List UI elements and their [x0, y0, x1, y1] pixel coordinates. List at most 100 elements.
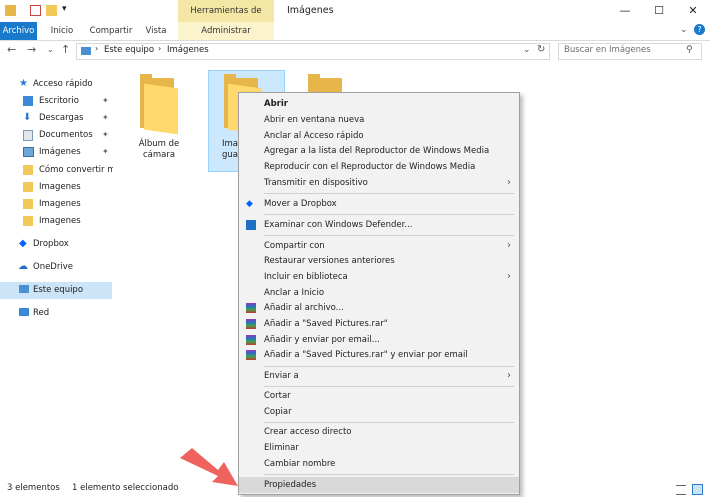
menu-anclar-inicio[interactable]: Anclar a Inicio — [239, 285, 519, 301]
menu-agregar-lista-wmp[interactable]: Agregar a la lista del Reproductor de Wi… — [239, 143, 519, 159]
dropbox-icon: ◆ — [19, 238, 27, 249]
tab-inicio[interactable]: Inicio — [46, 22, 78, 40]
menu-separator — [264, 422, 514, 423]
menu-cortar[interactable]: Cortar — [239, 388, 519, 404]
close-button[interactable]: ✕ — [676, 0, 710, 22]
folder-label: Álbum de cámara — [138, 139, 180, 160]
details-view-icon[interactable] — [676, 485, 686, 495]
menu-separator — [264, 366, 514, 367]
menu-anadir-archivo[interactable]: Añadir al archivo... — [239, 300, 519, 316]
winrar-icon — [246, 350, 256, 360]
desktop-icon — [23, 96, 33, 106]
menu-separator — [264, 474, 514, 475]
annotation-arrow-icon — [180, 448, 238, 486]
breadcrumb-este-equipo[interactable]: Este equipo — [104, 45, 154, 55]
address-bar[interactable]: › Este equipo › Imágenes ⌄ ↻ — [76, 43, 550, 60]
recent-locations-icon[interactable]: ⌄ — [47, 45, 54, 54]
menu-anclar-acceso-rapido[interactable]: Anclar al Acceso rápido — [239, 128, 519, 144]
star-icon: ★ — [19, 78, 28, 89]
dropbox-icon: ◆ — [246, 199, 253, 209]
cloud-icon: ☁ — [18, 261, 28, 272]
context-menu: Abrir Abrir en ventana nueva Anclar al A… — [238, 92, 520, 495]
menu-compartir-con[interactable]: Compartir con › — [239, 238, 519, 254]
pictures-icon — [23, 147, 34, 157]
computer-icon — [81, 47, 91, 55]
window-title: Imágenes — [287, 5, 334, 16]
breadcrumb-separator-icon: › — [95, 44, 99, 53]
navigation-pane: ★ Acceso rápido Escritorio ✦ ⬇ Descargas… — [0, 76, 115, 336]
status-bar: 3 elementos 1 elemento seleccionado — [0, 480, 710, 497]
menu-abrir[interactable]: Abrir — [239, 96, 519, 112]
up-arrow-icon[interactable]: ↑ — [61, 43, 70, 56]
menu-cambiar-nombre[interactable]: Cambiar nombre — [239, 456, 519, 472]
menu-abrir-ventana-nueva[interactable]: Abrir en ventana nueva — [239, 112, 519, 128]
menu-anadir-saved-pictures[interactable]: Añadir a "Saved Pictures.rar" — [239, 316, 519, 332]
menu-separator — [264, 214, 514, 215]
contextual-tab-group-label: Herramientas de imagen — [178, 0, 274, 38]
menu-separator — [264, 193, 514, 194]
menu-restaurar-versiones[interactable]: Restaurar versiones anteriores — [239, 253, 519, 269]
menu-incluir-biblioteca[interactable]: Incluir en biblioteca › — [239, 269, 519, 285]
submenu-arrow-icon: › — [507, 271, 511, 282]
menu-reproducir-wmp[interactable]: Reproducir con el Reproductor de Windows… — [239, 159, 519, 175]
title-bar: ▾ Herramientas de imagen Imágenes — ☐ ✕ — [0, 0, 710, 38]
pin-icon: ✦ — [102, 113, 109, 122]
winrar-icon — [246, 335, 256, 345]
breadcrumb-imagenes[interactable]: Imágenes — [167, 45, 209, 55]
pin-icon: ✦ — [102, 130, 109, 139]
tab-vista[interactable]: Vista — [142, 22, 170, 40]
menu-separator — [264, 386, 514, 387]
download-icon: ⬇ — [23, 112, 32, 123]
tab-compartir[interactable]: Compartir — [87, 22, 135, 40]
large-icons-view-icon[interactable] — [692, 484, 703, 495]
folder-small-icon — [5, 5, 16, 16]
search-input[interactable]: Buscar en Imágenes ⚲ — [558, 43, 702, 60]
pin-icon: ✦ — [102, 96, 109, 105]
menu-crear-acceso-directo[interactable]: Crear acceso directo — [239, 424, 519, 440]
pin-icon: ✦ — [102, 147, 109, 156]
menu-copiar[interactable]: Copiar — [239, 404, 519, 420]
refresh-icon[interactable]: ↻ — [537, 44, 545, 55]
nav-recent-3[interactable]: Imagenes — [0, 196, 113, 212]
menu-mover-dropbox[interactable]: ◆ Mover a Dropbox — [239, 196, 519, 212]
nav-descargas[interactable]: ⬇ Descargas ✦ — [0, 110, 113, 126]
nav-documentos[interactable]: Documentos ✦ — [0, 127, 113, 143]
breadcrumb-separator-icon: › — [158, 44, 162, 53]
properties-quick-icon[interactable] — [30, 5, 41, 16]
menu-transmitir[interactable]: Transmitir en dispositivo › — [239, 175, 519, 191]
submenu-arrow-icon: › — [507, 370, 511, 381]
maximize-button[interactable]: ☐ — [642, 0, 676, 22]
help-icon[interactable]: ? — [694, 24, 705, 35]
nav-imagenes[interactable]: Imágenes ✦ — [0, 144, 113, 160]
nav-recent-4[interactable]: Imagenes — [0, 213, 113, 229]
menu-separator — [264, 235, 514, 236]
nav-escritorio[interactable]: Escritorio ✦ — [0, 93, 113, 109]
back-arrow-icon[interactable]: ← — [7, 43, 16, 56]
search-icon: ⚲ — [686, 45, 693, 55]
minimize-button[interactable]: — — [608, 0, 642, 22]
nav-recent-2[interactable]: Imagenes — [0, 179, 113, 195]
menu-eliminar[interactable]: Eliminar — [239, 440, 519, 456]
folder-icon — [23, 182, 33, 192]
tab-archivo[interactable]: Archivo — [0, 22, 37, 40]
submenu-arrow-icon: › — [507, 177, 511, 188]
forward-arrow-icon[interactable]: → — [27, 43, 36, 56]
nav-red[interactable]: Red — [0, 305, 113, 321]
customize-toolbar-icon[interactable]: ▾ — [62, 4, 73, 15]
nav-recent-1[interactable]: Cómo convertir má — [0, 162, 113, 178]
chevron-down-icon[interactable]: ⌄ — [680, 25, 688, 35]
tab-administrar[interactable]: Administrar — [178, 22, 274, 40]
menu-enviar-a[interactable]: Enviar a › — [239, 368, 519, 384]
address-dropdown-icon[interactable]: ⌄ — [523, 45, 531, 55]
network-icon — [19, 308, 29, 316]
menu-examinar-defender[interactable]: Examinar con Windows Defender... — [239, 217, 519, 233]
nav-este-equipo[interactable]: Este equipo — [0, 282, 112, 299]
menu-anadir-saved-email[interactable]: Añadir a "Saved Pictures.rar" y enviar p… — [239, 347, 519, 363]
nav-dropbox[interactable]: ◆ Dropbox — [0, 236, 113, 252]
winrar-icon — [246, 303, 256, 313]
menu-anadir-enviar-email[interactable]: Añadir y enviar por email... — [239, 332, 519, 348]
item-count: 3 elementos — [7, 483, 60, 493]
nav-acceso-rapido[interactable]: ★ Acceso rápido — [0, 76, 113, 92]
new-folder-quick-icon[interactable] — [46, 5, 57, 16]
nav-onedrive[interactable]: ☁ OneDrive — [0, 259, 113, 275]
